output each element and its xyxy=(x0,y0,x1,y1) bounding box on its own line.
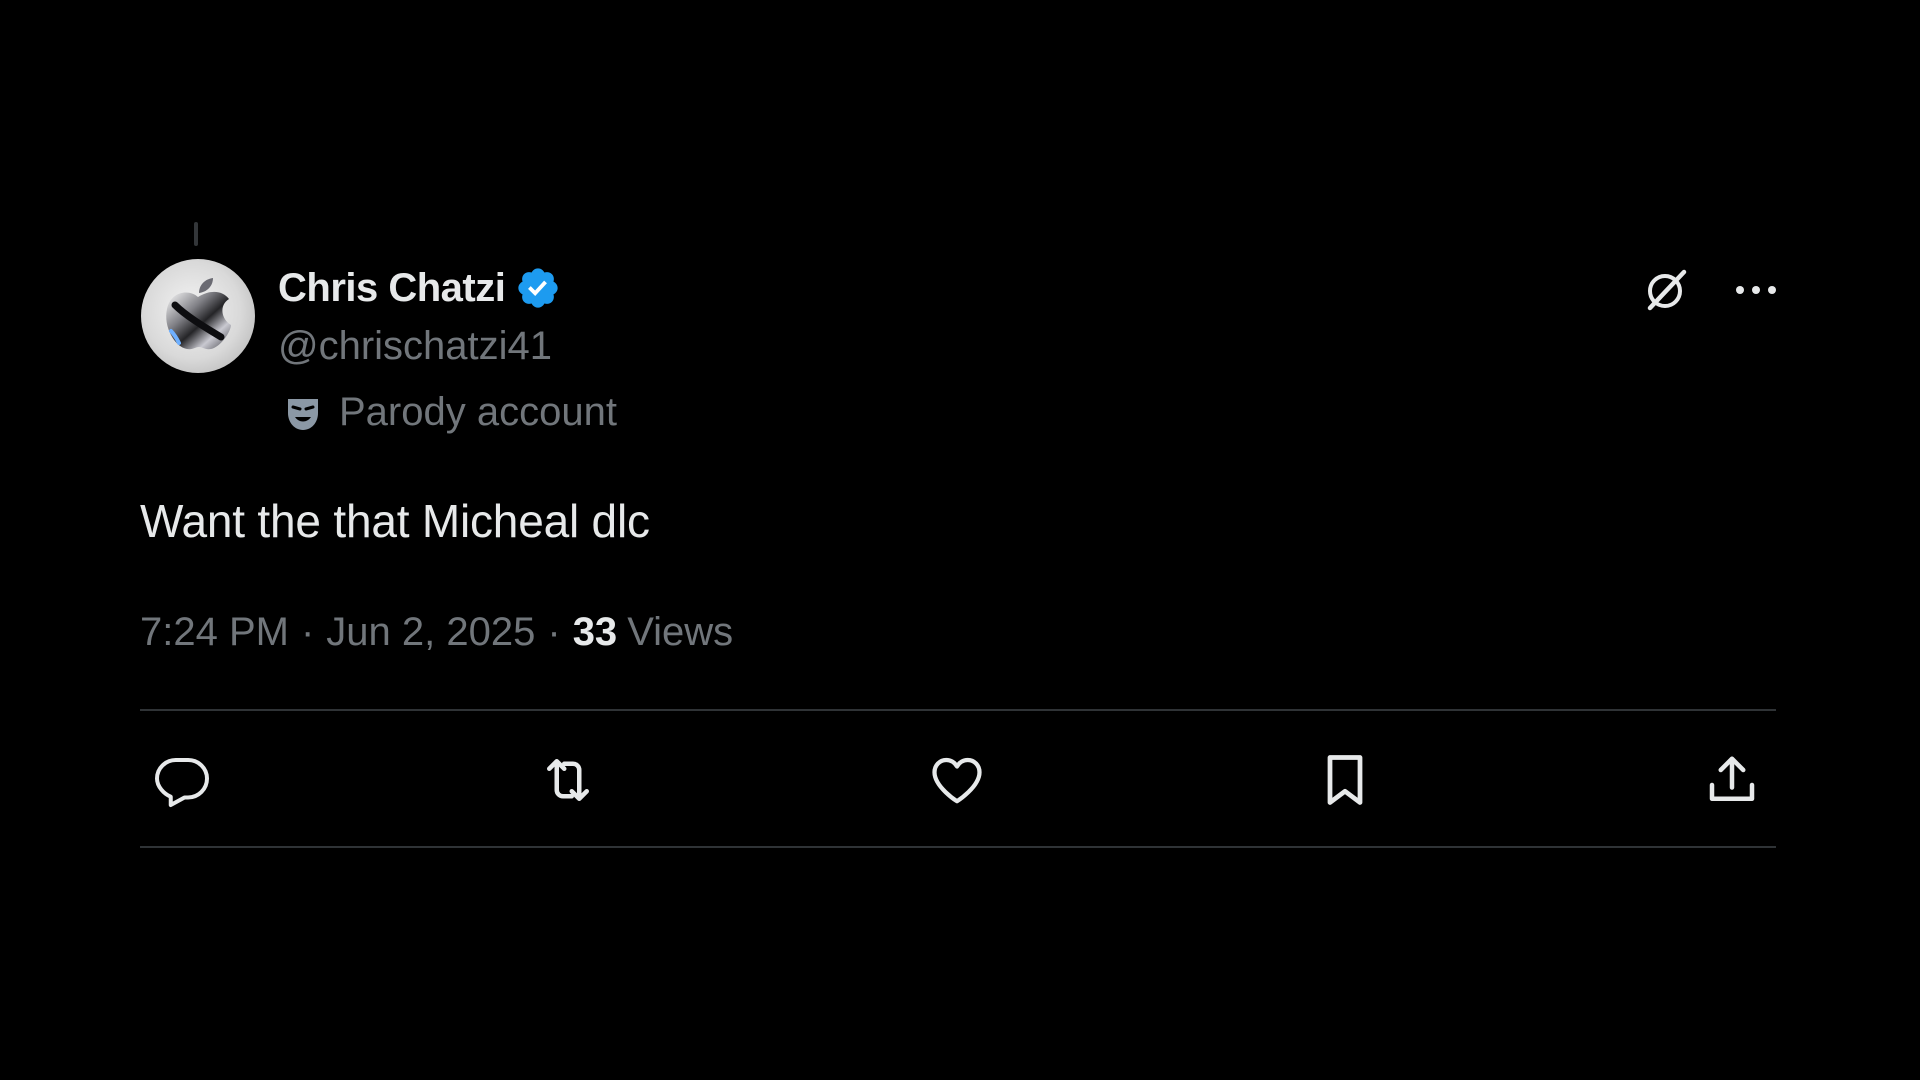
tweet-date[interactable]: Jun 2, 2025 xyxy=(326,610,535,655)
like-icon[interactable] xyxy=(927,750,987,810)
thread-connector-line xyxy=(194,222,198,246)
retweet-icon[interactable] xyxy=(538,750,598,810)
avatar[interactable] xyxy=(141,259,255,373)
meta-separator: · xyxy=(547,610,561,654)
display-name[interactable]: Chris Chatzi xyxy=(278,266,506,311)
header-actions xyxy=(1640,262,1780,318)
mask-icon xyxy=(283,393,323,433)
verified-badge-icon[interactable] xyxy=(515,265,561,311)
more-options-icon[interactable] xyxy=(1732,282,1780,298)
handle[interactable]: @chrischatzi41 xyxy=(278,320,561,372)
meta-separator: · xyxy=(300,610,315,654)
name-row: Chris Chatzi xyxy=(278,262,561,314)
divider xyxy=(140,709,1776,711)
reply-icon[interactable] xyxy=(152,750,212,810)
views-count: 33 xyxy=(572,610,618,654)
tweet-time[interactable]: 7:24 PM xyxy=(140,610,289,655)
divider xyxy=(140,846,1776,848)
tweet-action-bar xyxy=(140,740,1776,820)
bookmark-icon[interactable] xyxy=(1315,750,1375,810)
views-label: Views xyxy=(627,610,734,654)
author-header: Chris Chatzi @chrischatzi41 xyxy=(278,262,561,372)
grok-icon[interactable] xyxy=(1640,264,1692,316)
share-icon[interactable] xyxy=(1702,750,1762,810)
tweet-text: Want the that Micheal dlc xyxy=(140,495,650,547)
parody-label-text: Parody account xyxy=(339,390,617,434)
parody-label: Parody account xyxy=(283,390,617,435)
tweet-meta: 7:24 PM · Jun 2, 2025 · 33 Views xyxy=(140,610,733,655)
apple-logo-avatar-icon xyxy=(166,278,231,350)
tweet-detail: Chris Chatzi @chrischatzi41 Parody accou… xyxy=(0,0,1920,1080)
